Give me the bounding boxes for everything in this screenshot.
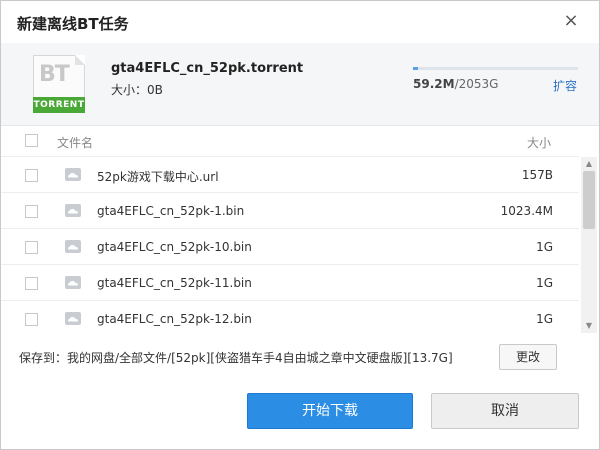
expand-storage-link[interactable]: 扩容 [553, 77, 577, 94]
column-header-name: 文件名 [57, 136, 94, 150]
file-size: 1G [536, 312, 553, 326]
cloud-file-icon [65, 312, 81, 325]
cloud-file-icon [65, 276, 81, 289]
file-name: gta4EFLC_cn_52pk-10.bin [97, 240, 252, 254]
quota-used: 59.2M [413, 77, 455, 91]
cancel-button[interactable]: 取消 [431, 393, 579, 429]
file-size: 1023.4M [500, 204, 553, 218]
file-list-scrollbar[interactable]: ▲ ▼ [581, 157, 597, 333]
column-header-size: 大小 [526, 136, 551, 150]
start-download-button[interactable]: 开始下载 [247, 393, 413, 429]
dialog-title: 新建离线BT任务 [17, 15, 129, 33]
list-item[interactable]: gta4EFLC_cn_52pk-1.bin 1023.4M [1, 193, 579, 229]
file-name: 52pk游戏下载中心.url [97, 170, 219, 184]
file-size: 1G [536, 240, 553, 254]
torrent-icon-fold [75, 55, 85, 65]
torrent-size: 大小：0B [111, 83, 163, 97]
cloud-file-icon [65, 168, 81, 181]
list-item[interactable]: gta4EFLC_cn_52pk-10.bin 1G [1, 229, 579, 265]
row-checkbox[interactable] [25, 169, 38, 182]
storage-quota-bar [413, 67, 578, 70]
list-item[interactable]: 52pk游戏下载中心.url 157B [1, 157, 579, 193]
torrent-icon-label: BT [39, 62, 70, 87]
scroll-down-arrow-icon[interactable]: ▼ [583, 321, 595, 331]
torrent-file-icon: BT TORRENT [33, 55, 85, 115]
file-size: 1G [536, 276, 553, 290]
list-item[interactable]: gta4EFLC_cn_52pk-12.bin 1G [1, 301, 579, 333]
cloud-file-icon [65, 204, 81, 217]
storage-quota-text: 59.2M/2053G [413, 77, 498, 91]
torrent-info-panel: BT TORRENT gta4EFLC_cn_52pk.torrent 大小：0… [1, 43, 599, 126]
select-all-checkbox[interactable] [25, 134, 38, 147]
close-icon[interactable]: × [561, 11, 581, 31]
row-checkbox[interactable] [25, 313, 38, 326]
file-name: gta4EFLC_cn_52pk-1.bin [97, 204, 245, 218]
file-name: gta4EFLC_cn_52pk-12.bin [97, 312, 252, 326]
file-name: gta4EFLC_cn_52pk-11.bin [97, 276, 252, 290]
list-item[interactable]: gta4EFLC_cn_52pk-11.bin 1G [1, 265, 579, 301]
storage-quota-fill [413, 67, 418, 70]
quota-total: /2053G [454, 77, 499, 91]
scroll-up-arrow-icon[interactable]: ▲ [583, 159, 595, 169]
row-checkbox[interactable] [25, 277, 38, 290]
file-list-header: 文件名 大小 [1, 126, 579, 157]
save-path-text: 保存到：我的网盘/全部文件/[52pk][侠盗猎车手4自由城之章中文硬盘版][1… [19, 351, 453, 365]
file-list: 52pk游戏下载中心.url 157B gta4EFLC_cn_52pk-1.b… [1, 157, 579, 333]
file-size: 157B [521, 168, 553, 182]
scroll-thumb[interactable] [583, 171, 595, 229]
torrent-icon-strip: TORRENT [33, 97, 85, 113]
torrent-name: gta4EFLC_cn_52pk.torrent [111, 61, 304, 76]
title-bar: 新建离线BT任务 × [1, 1, 599, 44]
cloud-file-icon [65, 240, 81, 253]
row-checkbox[interactable] [25, 205, 38, 218]
change-path-button[interactable]: 更改 [499, 344, 557, 370]
row-checkbox[interactable] [25, 241, 38, 254]
offline-bt-task-dialog: 新建离线BT任务 × BT TORRENT gta4EFLC_cn_52pk.t… [0, 0, 600, 450]
